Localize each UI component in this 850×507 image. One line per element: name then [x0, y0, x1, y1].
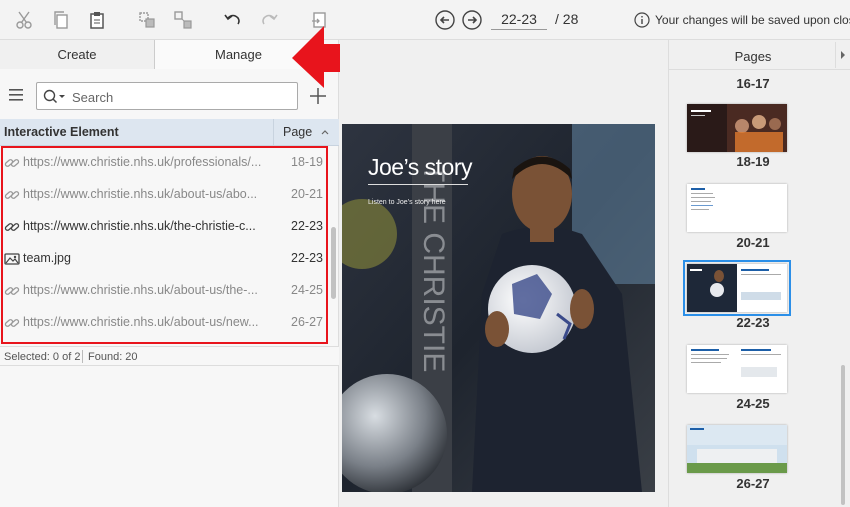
thumbnail-image [687, 345, 787, 393]
status-divider [82, 350, 83, 363]
search-input[interactable] [72, 87, 292, 107]
page-thumbnail-24-25[interactable] [687, 345, 787, 393]
left-panel: Create Manage Interactive Element Page h… [0, 40, 339, 507]
thumbnail-image [687, 184, 787, 232]
heading-underline [368, 184, 468, 185]
paste-icon[interactable] [85, 8, 109, 32]
page-thumb-label: 26-27 [736, 476, 770, 491]
thumbnail-image [687, 264, 787, 312]
group-icon[interactable] [135, 8, 159, 32]
page-thumbnail-20-21[interactable] [687, 184, 787, 232]
table-row[interactable]: https://www.christie.nhs.uk/about-us/abo… [0, 179, 330, 211]
ungroup-icon[interactable] [171, 8, 195, 32]
row-element-text: https://www.christie.nhs.uk/professional… [23, 155, 262, 169]
search-icon[interactable] [43, 89, 67, 105]
status-bar: Selected: 0 of 2 Found: 20 [0, 346, 339, 366]
link-icon [4, 191, 20, 199]
toolbar: / 28 Your changes will be saved upon clo… [0, 0, 850, 40]
row-page-number: 20-21 [291, 187, 323, 201]
table-row[interactable]: https://www.christie.nhs.uk/about-us/new… [0, 307, 330, 339]
page-thumb-label: 16-17 [736, 76, 770, 91]
collapse-panel-button[interactable] [835, 42, 849, 68]
thumbnail-image [687, 104, 787, 152]
link-icon [4, 287, 20, 295]
row-element-text: https://www.christie.nhs.uk/the-christie… [23, 219, 256, 233]
image-icon [4, 253, 20, 265]
row-page-number: 22-23 [291, 219, 323, 233]
page-thumb-label: 20-21 [736, 235, 770, 250]
page-thumbnail-22-23[interactable] [683, 260, 791, 316]
table-row[interactable]: https://www.christie.nhs.uk/professional… [0, 147, 330, 179]
page-canvas[interactable]: THE CHRISTIE Joe’s story Listen to Joe’s… [340, 40, 668, 507]
status-selected: Selected: 0 of 2 [4, 351, 81, 363]
link-icon [4, 159, 20, 167]
previous-page-button[interactable] [434, 9, 456, 31]
chevron-right-icon [840, 51, 845, 59]
link-icon [4, 223, 20, 231]
pages-scrollbar[interactable] [841, 365, 845, 505]
info-icon [634, 12, 650, 28]
page-thumb-label: 18-19 [736, 154, 770, 169]
pages-panel: Pages 16-17 18-19 20-21 22-23 24-25 26-2… [668, 40, 850, 507]
table-header: Interactive Element Page [0, 119, 339, 146]
page-heading: Joe’s story [368, 154, 473, 180]
row-element-text: https://www.christie.nhs.uk/about-us/new… [23, 315, 259, 329]
hamburger-menu-icon[interactable] [8, 88, 24, 102]
svg-text:THE CHRISTIE: THE CHRISTIE [417, 164, 450, 372]
page-thumb-label: 24-25 [736, 396, 770, 411]
column-header-element[interactable]: Interactive Element [4, 125, 119, 139]
row-page-number: 18-19 [291, 155, 323, 169]
save-notice: Your changes will be saved upon close [655, 13, 850, 27]
panel-tabs: Create Manage [0, 40, 339, 69]
column-header-page[interactable]: Page [283, 125, 312, 139]
table-row[interactable]: team.jpg 22-23 [0, 243, 330, 275]
cut-icon[interactable] [12, 8, 36, 32]
page-total: / 28 [555, 11, 579, 27]
copy-icon[interactable] [49, 8, 73, 32]
column-divider [273, 119, 274, 146]
row-page-number: 26-27 [291, 315, 323, 329]
page-thumbnail-26-27[interactable] [687, 425, 787, 473]
list-scrollbar[interactable] [331, 227, 336, 299]
tab-create[interactable]: Create [0, 40, 155, 69]
next-page-button[interactable] [461, 9, 483, 31]
row-element-text: team.jpg [23, 251, 71, 265]
row-page-number: 22-23 [291, 251, 323, 265]
page-number-input[interactable] [491, 8, 547, 30]
search-box [36, 82, 298, 110]
row-element-text: https://www.christie.nhs.uk/about-us/the… [23, 283, 258, 297]
link-icon [4, 319, 20, 327]
redo-icon[interactable] [257, 8, 281, 32]
page-thumb-label: 22-23 [736, 315, 770, 330]
table-row[interactable]: https://www.christie.nhs.uk/the-christie… [0, 211, 330, 243]
pages-panel-header: Pages [669, 40, 850, 70]
page-thumbnail-18-19[interactable] [687, 104, 787, 152]
row-page-number: 24-25 [291, 283, 323, 297]
row-element-text: https://www.christie.nhs.uk/about-us/abo… [23, 187, 258, 201]
page-story-link[interactable]: Listen to Joe’s story here [368, 199, 446, 206]
sort-ascending-icon[interactable] [320, 127, 330, 137]
status-found: Found: 20 [88, 351, 138, 363]
thumbnail-image [687, 425, 787, 473]
page-image[interactable]: THE CHRISTIE Joe’s story Listen to Joe’s… [342, 124, 655, 492]
table-row[interactable]: https://www.christie.nhs.uk/about-us/the… [0, 275, 330, 307]
undo-icon[interactable] [221, 8, 245, 32]
pages-panel-title: Pages [734, 49, 772, 64]
